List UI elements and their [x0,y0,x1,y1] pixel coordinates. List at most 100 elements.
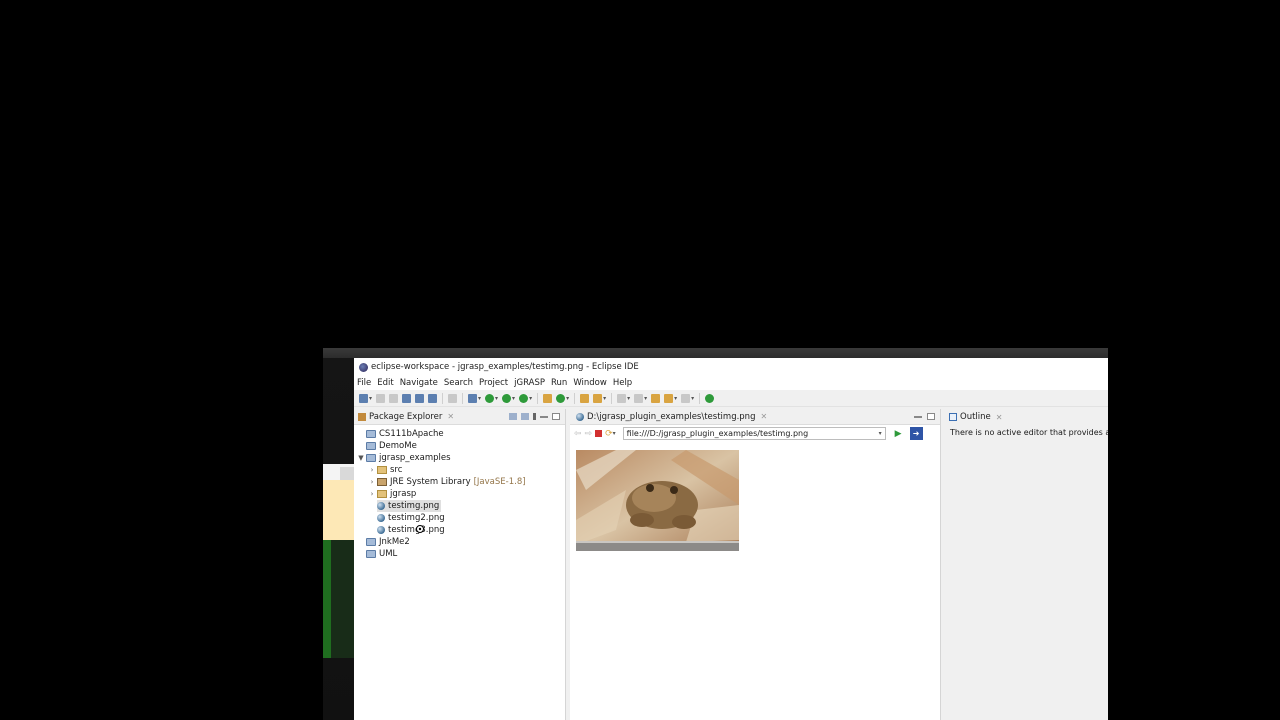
save-all-icon[interactable] [389,393,399,403]
tree-item-jre-system-library[interactable]: › JRE System Library [JavaSE-1.8] [368,476,526,488]
toolbar-separator [611,392,613,404]
debug-icon[interactable] [468,393,478,403]
open-external-browser-icon[interactable]: ➜ [909,427,923,440]
background-window-yellow [323,480,354,540]
chevron-down-icon[interactable]: ▾ [691,395,694,402]
maximize-icon[interactable] [552,413,560,420]
run-icon[interactable] [485,393,495,403]
last-edit-icon[interactable] [651,393,661,403]
terminal-icon[interactable] [415,393,425,403]
stop-icon[interactable] [595,430,603,437]
external-tools-icon[interactable] [519,393,529,403]
close-icon[interactable]: ✕ [996,413,1003,422]
chevron-down-icon[interactable]: ▾ [674,395,677,402]
title-bar[interactable]: eclipse-workspace - jgrasp_examples/test… [354,358,1108,376]
new-java-package-icon[interactable] [543,393,553,403]
outline-view: Outline ✕ There is no active editor that… [944,409,1108,720]
eclipse-window: eclipse-workspace - jgrasp_examples/test… [354,358,1108,720]
prev-annotation-icon[interactable] [634,393,644,403]
menu-run[interactable]: Run [551,378,567,388]
tree-item-demome[interactable]: DemoMe [366,440,417,452]
tab-package-explorer[interactable]: Package Explorer [369,412,442,422]
outline-icon [949,413,957,421]
tree-item-src[interactable]: › src [368,464,403,476]
frog-image [576,450,739,551]
back-icon[interactable] [664,393,674,403]
go-button[interactable]: ▶ [895,429,902,439]
annotation-icon[interactable] [617,393,627,403]
image-file-icon [377,502,385,510]
tab-outline[interactable]: Outline [960,412,991,422]
maximize-icon[interactable] [927,413,935,420]
menu-help[interactable]: Help [613,378,632,388]
tree-item-jnkme2[interactable]: JnkMe2 [366,536,410,548]
outline-message: There is no active editor that provides … [950,428,1108,437]
tree-item-cs111bapache[interactable]: CS111bApache [366,428,444,440]
menu-edit[interactable]: Edit [377,378,393,388]
view-menu-icon[interactable] [533,413,536,420]
chevron-down-icon[interactable]: ▾ [879,430,882,437]
minimize-icon[interactable] [540,416,548,418]
back-icon[interactable]: ⇦ [574,429,582,439]
chevron-down-icon[interactable]: ▾ [644,395,647,402]
background-window-tab [340,467,354,480]
window-title: eclipse-workspace - jgrasp_examples/test… [371,362,639,372]
menu-project[interactable]: Project [479,378,508,388]
tab-testimg[interactable]: D:\jgrasp_plugin_examples\testimg.png [587,412,755,422]
project-icon [366,430,376,438]
save-icon[interactable] [376,393,386,403]
collapse-all-icon[interactable] [509,413,517,420]
toolbar-separator [537,392,539,404]
menu-search[interactable]: Search [444,378,473,388]
chevron-down-icon[interactable]: ▾ [478,395,481,402]
url-input[interactable]: file:///D:/jgrasp_plugin_examples/testim… [622,427,886,440]
chevron-right-icon[interactable]: › [368,466,376,474]
chevron-down-icon[interactable]: ▼ [357,454,365,462]
editor-tools [914,413,940,420]
image-file-icon [576,412,584,421]
close-icon[interactable]: ✕ [447,412,454,421]
new-icon[interactable] [359,393,368,403]
menu-window[interactable]: Window [573,378,607,388]
tree-item-testimg2[interactable]: testimg2.png [377,512,445,524]
background-window-dark [331,540,354,658]
tree-item-label: testimg.png [388,501,440,511]
forward-icon[interactable]: ⇨ [585,429,593,439]
search-icon[interactable] [593,393,603,403]
close-icon[interactable]: ✕ [760,412,767,421]
tree-item-jgrasp[interactable]: › jgrasp [368,488,417,500]
package-explorer: Package Explorer ✕ CS111bApache DemoMe ▼… [354,409,566,720]
new-class-icon[interactable] [556,393,566,403]
chevron-down-icon[interactable]: ▾ [369,395,372,402]
open-task-icon[interactable] [402,393,412,403]
project-icon [366,550,376,558]
tree-item-testimg[interactable]: testimg.png [377,500,442,512]
tree-item-testimg3[interactable]: testimg3.png [377,524,445,536]
chevron-down-icon[interactable]: ▾ [603,395,606,402]
chevron-down-icon[interactable]: ▾ [529,395,532,402]
minimize-icon[interactable] [914,416,922,418]
chevron-right-icon[interactable]: › [368,490,376,498]
refresh-icon[interactable]: ⟳ [605,429,613,439]
chevron-down-icon[interactable]: ▾ [512,395,515,402]
menu-bar: File Edit Navigate Search Project jGRASP… [354,376,1108,390]
forward-icon[interactable] [681,393,691,403]
chevron-down-icon[interactable]: ▾ [613,430,616,437]
menu-jgrasp[interactable]: jGRASP [514,378,545,388]
menu-navigate[interactable]: Navigate [400,378,438,388]
menu-file[interactable]: File [357,378,371,388]
link-with-editor-icon[interactable] [521,413,529,420]
open-type-icon[interactable] [580,393,590,403]
tree-item-uml[interactable]: UML [366,548,397,560]
chevron-right-icon[interactable]: › [368,478,376,486]
chevron-down-icon[interactable]: ▾ [566,395,569,402]
pin-editor-icon[interactable] [705,393,715,403]
skip-breakpoints-icon[interactable] [448,393,458,403]
build-icon[interactable] [428,393,438,403]
chevron-down-icon[interactable]: ▾ [627,395,630,402]
package-explorer-icon [358,412,366,421]
chevron-down-icon[interactable]: ▾ [495,395,498,402]
image-file-icon [377,526,385,534]
tree-item-jgrasp-examples[interactable]: ▼ jgrasp_examples [357,452,450,464]
coverage-icon[interactable] [502,393,512,403]
